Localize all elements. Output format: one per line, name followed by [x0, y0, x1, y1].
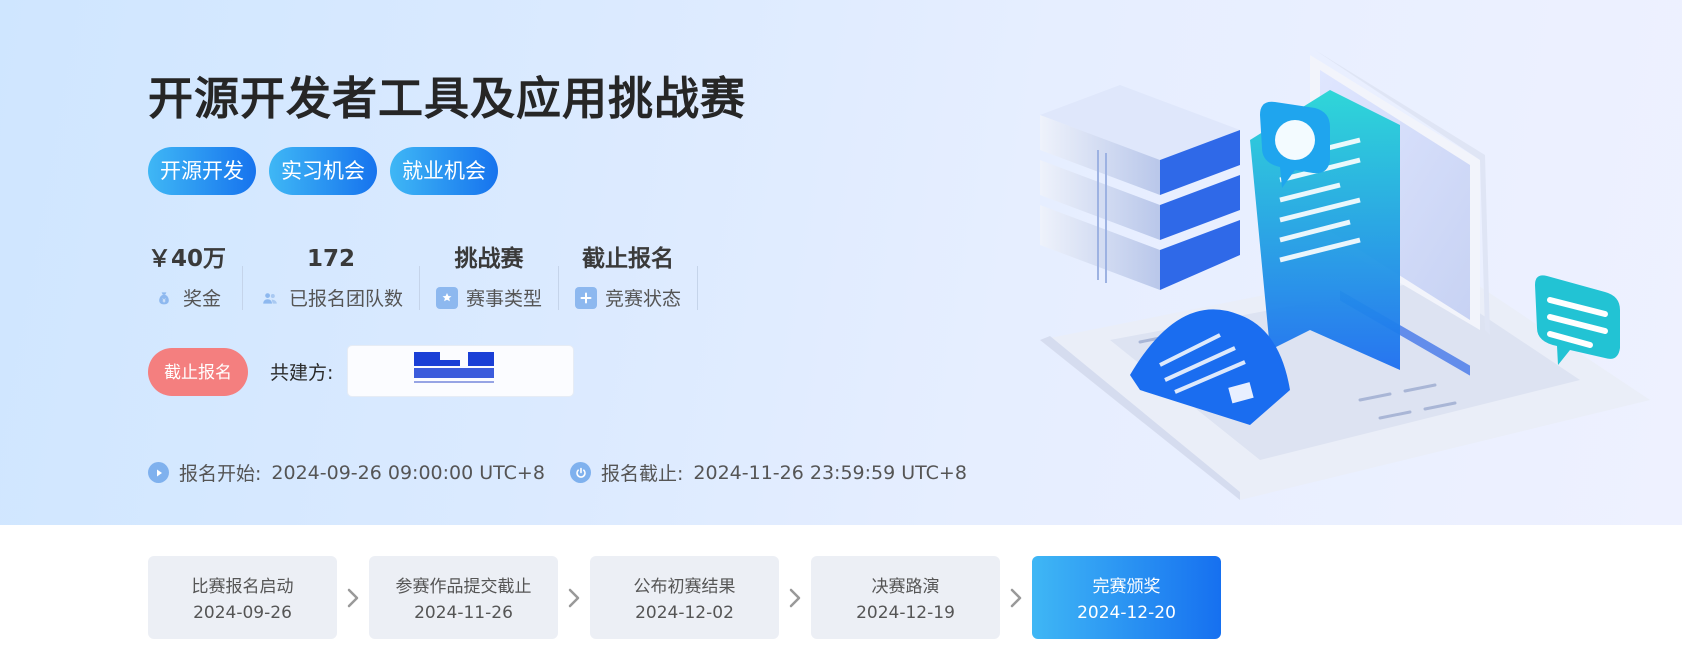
timeline-step-date: 2024-12-19: [856, 603, 955, 623]
stat-type: 挑战赛 赛事类型: [436, 244, 542, 311]
stat-prize-label: 奖金: [183, 288, 222, 310]
team-icon: [259, 287, 281, 309]
chevron-right-icon: [1000, 586, 1032, 610]
tag-internship[interactable]: 实习机会: [269, 147, 377, 195]
badge-icon: [436, 286, 459, 309]
timeline-step-date: 2024-09-26: [193, 603, 292, 623]
timeline-step-date: 2024-12-02: [635, 603, 734, 623]
tag-employment[interactable]: 就业机会: [390, 147, 498, 195]
stat-teams-label-row: 已报名团队数: [259, 284, 403, 311]
timeline-step-registration-start[interactable]: 比赛报名启动 2024-09-26: [148, 556, 337, 639]
timeline-step-date: 2024-12-20: [1077, 603, 1176, 623]
stat-teams-label: 已报名团队数: [289, 288, 404, 310]
stat-divider: [697, 266, 699, 310]
power-icon: [570, 462, 591, 483]
timeline-step-preliminary-results[interactable]: 公布初赛结果 2024-12-02: [590, 556, 779, 639]
status-plus-icon: [575, 286, 598, 309]
tag-list: 开源开发 实习机会 就业机会: [148, 147, 498, 195]
timeline-step-date: 2024-11-26: [414, 603, 513, 623]
stat-status: 截止报名 竞赛状态: [575, 244, 681, 311]
timeline-step-submission-deadline[interactable]: 参赛作品提交截止 2024-11-26: [369, 556, 558, 639]
stat-status-label: 竞赛状态: [605, 288, 682, 310]
stat-prize-label-row: ¥ 奖金: [153, 284, 221, 311]
start-label: 报名开始:: [179, 463, 262, 485]
end-time: 2024-11-26 23:59:59 UTC+8: [693, 461, 967, 484]
stat-teams-value: 172: [307, 246, 356, 272]
end-label: 报名截止:: [601, 463, 684, 485]
stat-prize: ￥40万 ¥ 奖金: [148, 244, 226, 311]
stat-status-label-row: 竞赛状态: [575, 284, 681, 311]
cobuild-label: 共建方:: [270, 362, 334, 384]
registration-closed-button[interactable]: 截止报名: [148, 348, 248, 396]
timeline-step-final-roadshow[interactable]: 决赛路演 2024-12-19: [811, 556, 1000, 639]
stat-type-label-row: 赛事类型: [436, 284, 542, 311]
timeline-step-label: 参赛作品提交截止: [395, 577, 532, 597]
stat-prize-value: ￥40万: [148, 246, 227, 272]
timeline-step-label: 决赛路演: [871, 577, 940, 597]
stat-type-value: 挑战赛: [454, 246, 524, 272]
stat-teams: 172 已报名团队数: [259, 244, 403, 311]
start-time: 2024-09-26 09:00:00 UTC+8: [271, 461, 545, 484]
partner-logo-graphic: [414, 352, 494, 383]
timeline: 比赛报名启动 2024-09-26 参赛作品提交截止 2024-11-26 公布…: [148, 556, 1221, 639]
stat-type-label: 赛事类型: [466, 288, 543, 310]
registration-end: 报名截止: 2024-11-26 23:59:59 UTC+8: [570, 459, 967, 486]
svg-text:¥: ¥: [162, 298, 166, 304]
stat-divider: [242, 266, 244, 310]
registration-start: 报名开始: 2024-09-26 09:00:00 UTC+8: [148, 459, 545, 486]
hero-banner: 开源开发者工具及应用挑战赛 开源开发 实习机会 就业机会 ￥40万 ¥ 奖金 1…: [0, 0, 1682, 525]
chevron-right-icon: [779, 586, 811, 610]
play-icon: [148, 462, 169, 483]
partner-logo[interactable]: [348, 346, 573, 396]
timeline-step-award-ceremony[interactable]: 完赛颁奖 2024-12-20: [1032, 556, 1221, 639]
stat-divider: [558, 266, 560, 310]
money-bag-icon: ¥: [153, 287, 175, 309]
chevron-right-icon: [337, 586, 369, 610]
laptop-document-illustration: [1040, 50, 1650, 500]
stat-status-value: 截止报名: [582, 246, 675, 272]
stats-row: ￥40万 ¥ 奖金 172 已报名团队数 挑战赛 赛事类型 截止报名 竞赛状态: [148, 244, 714, 311]
page-title: 开源开发者工具及应用挑战赛: [148, 72, 747, 125]
timeline-step-label: 比赛报名启动: [191, 577, 294, 597]
chevron-right-icon: [558, 586, 590, 610]
timeline-step-label: 公布初赛结果: [633, 577, 736, 597]
stat-divider: [419, 266, 421, 310]
tag-open-source[interactable]: 开源开发: [148, 147, 256, 195]
timeline-step-label: 完赛颁奖: [1092, 577, 1161, 597]
